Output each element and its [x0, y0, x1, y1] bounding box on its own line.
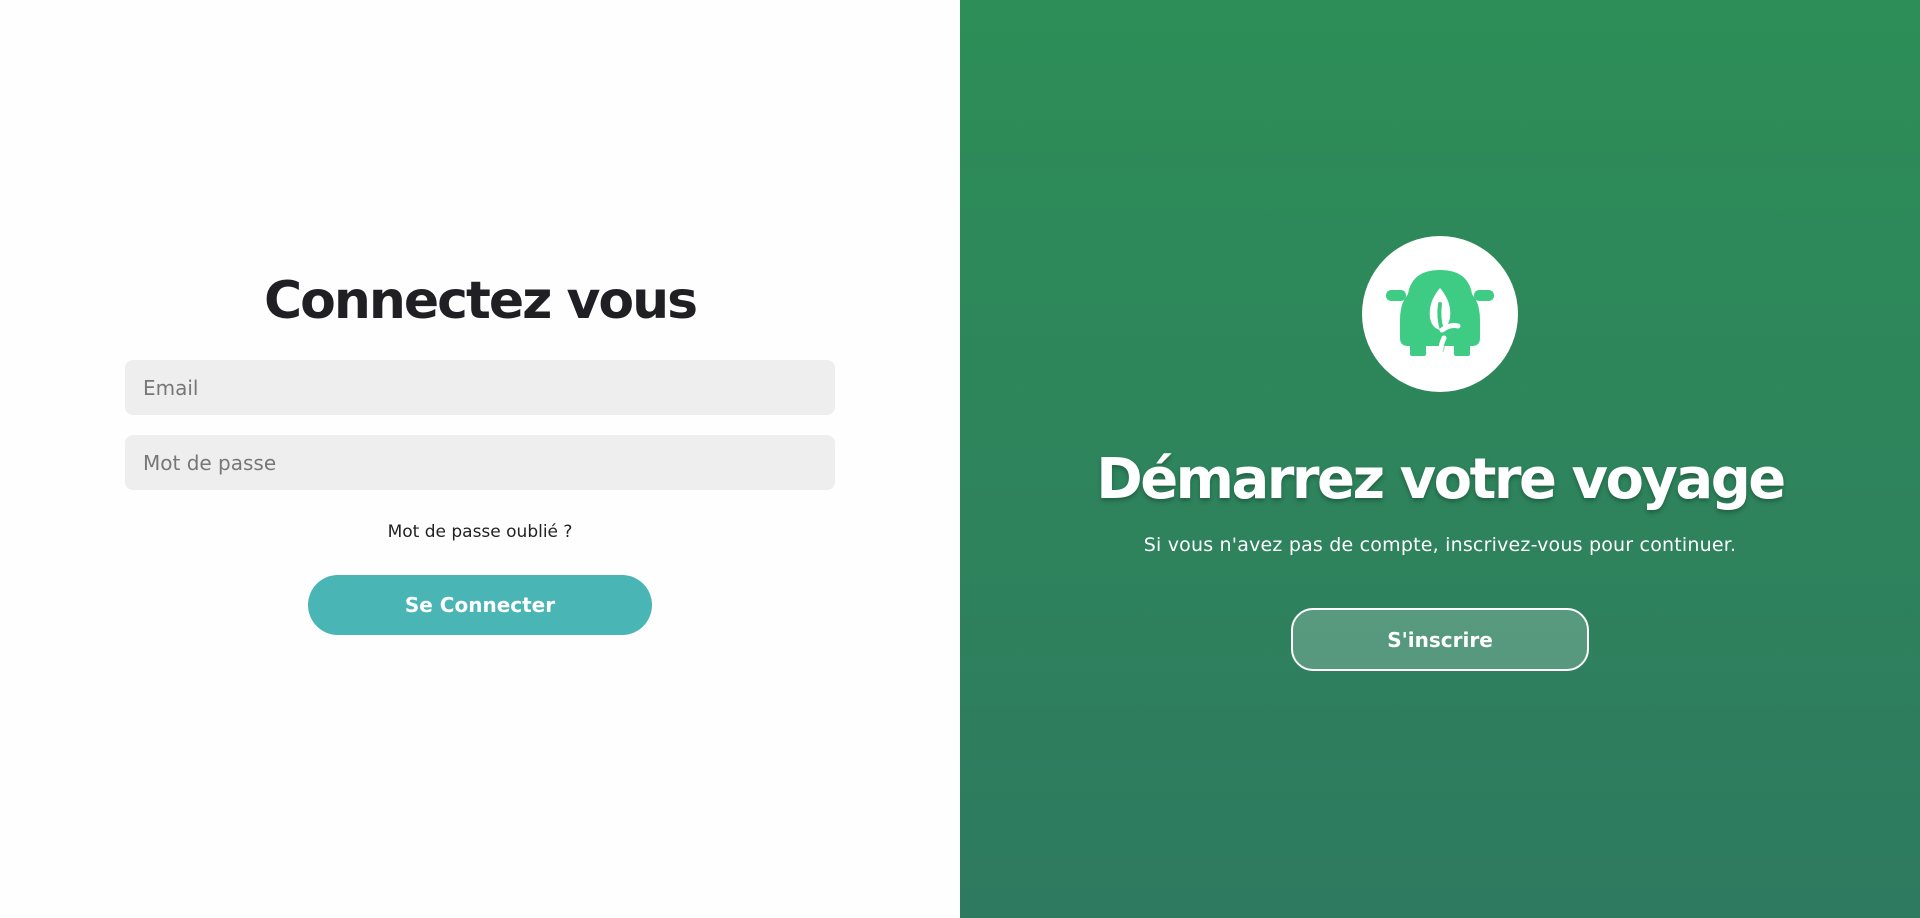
- logo: [1362, 236, 1518, 392]
- login-panel: Connectez vous Mot de passe oublié ? Se …: [0, 0, 960, 918]
- email-field[interactable]: [125, 360, 835, 415]
- password-field[interactable]: [125, 435, 835, 490]
- signup-subtitle: Si vous n'avez pas de compte, inscrivez-…: [1143, 534, 1737, 556]
- signup-button[interactable]: S'inscrire: [1291, 608, 1589, 671]
- signup-title: Démarrez votre voyage: [1096, 447, 1786, 512]
- eco-car-leaf-icon: [1386, 270, 1494, 356]
- login-button[interactable]: Se Connecter: [308, 575, 652, 635]
- login-page: Connectez vous Mot de passe oublié ? Se …: [0, 0, 1920, 918]
- login-title: Connectez vous: [263, 271, 698, 331]
- forgot-password-link[interactable]: Mot de passe oublié ?: [0, 520, 960, 544]
- signup-panel: Démarrez votre voyage Si vous n'avez pas…: [960, 0, 1920, 918]
